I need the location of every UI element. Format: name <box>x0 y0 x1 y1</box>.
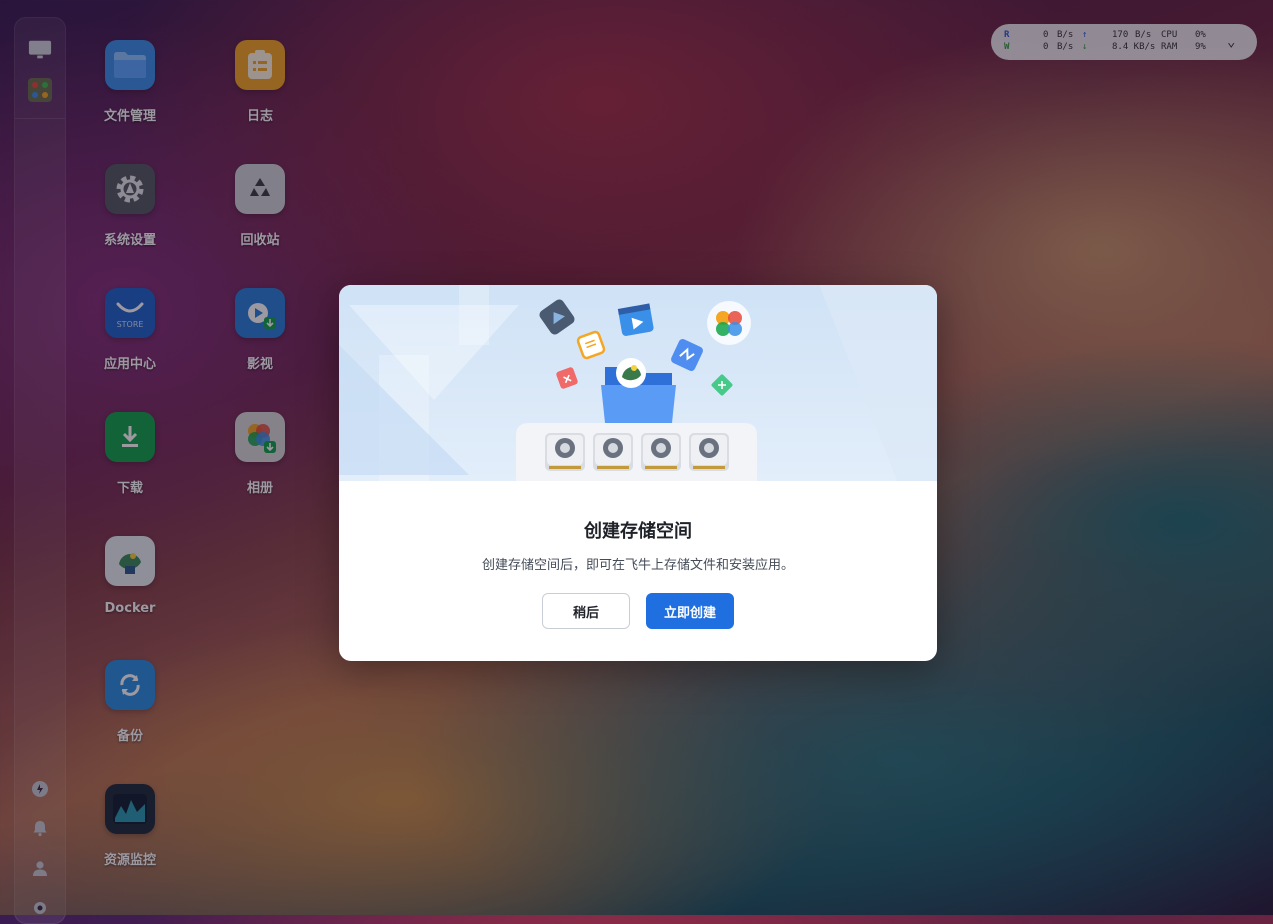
create-storage-dialog: 创建存储空间 创建存储空间后，即可在飞牛上存储文件和安装应用。 稍后 立即创建 <box>339 285 937 661</box>
later-button[interactable]: 稍后 <box>542 593 630 629</box>
create-now-button[interactable]: 立即创建 <box>646 593 734 629</box>
storage-illustration <box>339 285 937 485</box>
dialog-description: 创建存储空间后，即可在飞牛上存储文件和安装应用。 <box>481 558 794 573</box>
dialog-banner <box>339 285 937 485</box>
dialog-title: 创建存储空间 <box>584 521 692 542</box>
